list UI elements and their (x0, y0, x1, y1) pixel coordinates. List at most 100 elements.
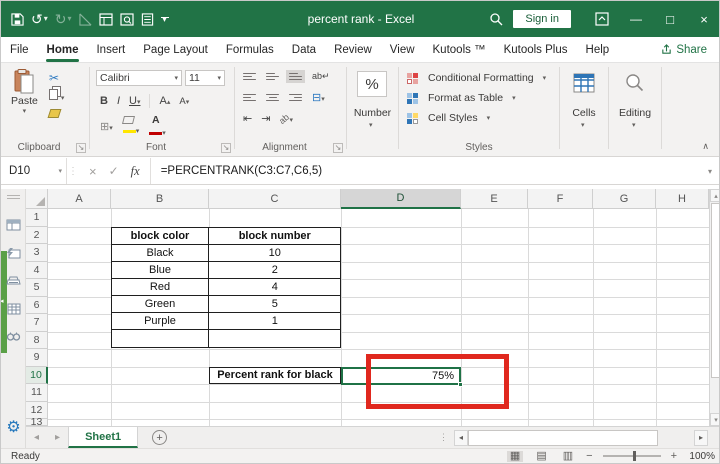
align-right-icon[interactable] (289, 94, 302, 102)
calculator-icon[interactable] (141, 13, 154, 26)
sheet-tab-sheet1[interactable]: Sheet1 (68, 427, 138, 448)
close-button[interactable]: × (687, 1, 720, 37)
font-dialog-launcher-icon[interactable]: ↘ (221, 143, 231, 153)
name-box[interactable]: D10 ▾ (1, 158, 67, 184)
font-color-button[interactable]: A▾ (149, 114, 166, 138)
tab-page-layout[interactable]: Page Layout (134, 39, 217, 61)
table-cell[interactable]: 4 (209, 279, 341, 296)
bottom-align-icon[interactable] (289, 73, 302, 81)
paste-chevron-icon[interactable]: ▾ (23, 107, 27, 115)
formula-bar-handle[interactable]: ⋮ (67, 166, 79, 177)
row-header-1[interactable]: 1 (26, 209, 48, 227)
format-painter-button[interactable] (49, 109, 60, 121)
table-cell[interactable]: Green (112, 296, 209, 313)
row-header-3[interactable]: 3 (26, 244, 48, 262)
merge-center-icon[interactable]: ⊟▾ (312, 91, 325, 104)
paste-button[interactable]: Paste ▾ (11, 69, 38, 115)
wrap-text-icon[interactable]: ab↵ (312, 71, 330, 82)
formula-input[interactable]: =PERCENTRANK(C3:C7,C6,5) (151, 165, 699, 177)
cut-button[interactable]: ✂ (49, 71, 59, 85)
save-icon[interactable] (11, 13, 24, 26)
snapshot-icon[interactable] (1, 247, 26, 259)
hscroll-right-icon[interactable]: ▸ (694, 430, 708, 446)
clipboard-dialog-launcher-icon[interactable]: ↘ (76, 143, 86, 153)
tab-kutools-plus[interactable]: Kutools Plus (495, 39, 577, 61)
sign-in-button[interactable]: Sign in (513, 10, 571, 28)
share-button[interactable]: Share (661, 44, 707, 56)
row-header-5[interactable]: 5 (26, 279, 48, 297)
reading-layout-icon[interactable] (1, 275, 26, 287)
format-as-table-button[interactable]: Format as Table ▾ (407, 92, 516, 104)
column-header-d[interactable]: D (341, 189, 461, 209)
orientation-icon[interactable]: ab▾ (279, 113, 293, 125)
result-label-cell[interactable]: Percent rank for black (209, 367, 341, 385)
page-layout-view-icon[interactable]: ▤ (533, 451, 549, 462)
scroll-down-icon[interactable]: ▾ (710, 413, 720, 426)
number-chevron-icon[interactable]: ▾ (369, 121, 373, 129)
decrease-font-button[interactable]: A▾ (179, 95, 189, 107)
cancel-icon[interactable]: × (89, 164, 97, 179)
minimize-button[interactable]: — (619, 1, 653, 37)
increase-font-button[interactable]: A▴ (159, 95, 170, 107)
tab-file[interactable]: File (1, 39, 38, 61)
zoom-slider[interactable] (603, 455, 661, 457)
row-header-2[interactable]: 2 (26, 227, 48, 245)
horizontal-scroll-thumb[interactable] (468, 430, 658, 446)
font-family-select[interactable]: Calibri▾ (96, 70, 182, 86)
vertical-scroll-thumb[interactable] (711, 203, 720, 378)
advanced-find-icon[interactable] (1, 331, 26, 342)
table-cell[interactable]: 10 (209, 245, 341, 262)
tab-split-handle[interactable]: ⋮ (439, 432, 448, 443)
decrease-indent-icon[interactable]: ⇤ (243, 112, 252, 125)
table-cell[interactable]: 1 (209, 313, 341, 330)
tab-review[interactable]: Review (325, 39, 381, 61)
copy-chevron-icon[interactable]: ▾ (61, 95, 65, 102)
column-header-e[interactable]: E (461, 189, 528, 209)
italic-button[interactable]: I (117, 95, 120, 107)
search-icon[interactable] (489, 12, 503, 26)
tab-kutools[interactable]: Kutools ™ (424, 39, 495, 61)
font-size-select[interactable]: 11▾ (185, 70, 225, 86)
cells-chevron-icon[interactable]: ▾ (581, 121, 585, 129)
table-cell-empty[interactable] (112, 330, 209, 347)
maximize-button[interactable]: □ (653, 1, 687, 37)
table-header-cell[interactable]: block number (209, 228, 341, 245)
alignment-dialog-launcher-icon[interactable]: ↘ (333, 143, 343, 153)
bold-button[interactable]: B (100, 95, 108, 107)
cell-styles-button[interactable]: Cell Styles ▾ (407, 112, 490, 124)
row-header-8[interactable]: 8 (26, 332, 48, 350)
editing-button[interactable] (624, 72, 646, 94)
row-header-13[interactable]: 13 (26, 419, 48, 426)
sheet-nav-left-icon[interactable]: ◂ (26, 432, 47, 443)
table-cell[interactable]: Black (112, 245, 209, 262)
redo-button[interactable]: ↻▾ (55, 12, 72, 26)
cells-button[interactable] (572, 72, 596, 94)
column-list-icon[interactable] (1, 303, 26, 315)
tab-view[interactable]: View (381, 39, 424, 61)
borders-button[interactable]: ⊞▾ (100, 120, 113, 133)
zoom-slider-thumb[interactable] (633, 451, 636, 461)
zoom-in-icon[interactable]: + (671, 450, 677, 462)
row-header-9[interactable]: 9 (26, 349, 48, 367)
print-preview-icon[interactable] (120, 13, 134, 26)
table-cell[interactable]: 2 (209, 262, 341, 279)
tab-data[interactable]: Data (283, 39, 325, 61)
zoom-level[interactable]: 100% (687, 451, 715, 462)
tab-formulas[interactable]: Formulas (217, 39, 283, 61)
table-cell-empty[interactable] (209, 330, 341, 347)
vertical-scrollbar[interactable]: ▴ ▾ (709, 189, 720, 426)
row-header-10[interactable]: 10 (26, 367, 48, 385)
column-header-a[interactable]: A (48, 189, 111, 209)
collapse-ribbon-icon[interactable]: ∧ (702, 141, 709, 152)
number-format-button[interactable]: % (357, 71, 387, 97)
top-align-icon[interactable] (243, 73, 256, 81)
row-header-4[interactable]: 4 (26, 262, 48, 280)
row-header-11[interactable]: 11 (26, 384, 48, 402)
expand-formula-bar-icon[interactable]: ▾ (699, 167, 720, 176)
customize-qat-icon[interactable]: ▾ (161, 17, 169, 21)
column-header-b[interactable]: B (111, 189, 209, 209)
table-cell[interactable]: Blue (112, 262, 209, 279)
select-all-corner[interactable] (26, 189, 48, 209)
insert-function-icon[interactable]: fx (131, 164, 140, 179)
align-center-icon[interactable] (266, 94, 279, 102)
